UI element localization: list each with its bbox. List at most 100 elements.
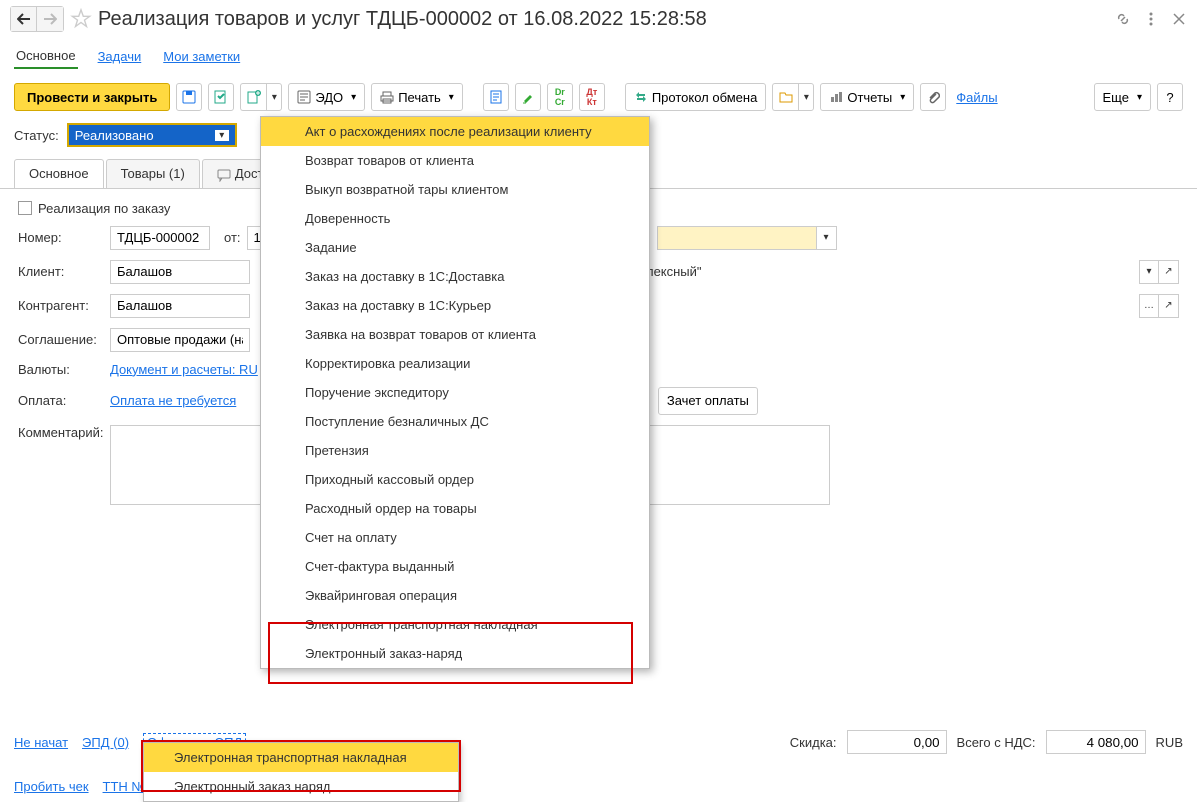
org-field: ▾ <box>657 226 837 250</box>
menu-item[interactable]: Приходный кассовый ордер <box>261 465 649 494</box>
back-button[interactable] <box>11 7 37 31</box>
client-input[interactable] <box>110 260 250 284</box>
discount-input[interactable] <box>847 730 947 754</box>
doc-icon <box>489 90 503 104</box>
clip-icon <box>926 90 940 104</box>
print-icon <box>380 90 394 104</box>
doc-button[interactable] <box>483 83 509 111</box>
subtab-goods[interactable]: Товары (1) <box>106 159 200 188</box>
org-select-button[interactable]: ▾ <box>817 226 837 250</box>
not-started-link[interactable]: Не начат <box>14 735 68 750</box>
menu-item[interactable]: Поступление безналичных ДС <box>261 407 649 436</box>
menu-item[interactable]: Расходный ордер на товары <box>261 494 649 523</box>
post-button[interactable] <box>208 83 234 111</box>
menu-icon[interactable] <box>1143 11 1159 27</box>
menu-item[interactable]: Электронная транспортная накладная <box>261 610 649 639</box>
create-based-on-button[interactable]: ▾ <box>240 83 282 111</box>
org-input[interactable] <box>657 226 817 250</box>
agreement-label: Соглашение: <box>18 332 110 347</box>
menu-item[interactable]: Акт о расхождениях после реализации клие… <box>261 117 649 146</box>
subtab-main[interactable]: Основное <box>14 159 104 188</box>
payment-link[interactable]: Оплата не требуется <box>110 393 236 408</box>
question-icon: ? <box>1166 90 1173 105</box>
nav-buttons <box>10 6 64 32</box>
dtkt-icon: ДтКт <box>586 87 597 107</box>
create-icon <box>246 89 262 105</box>
currencies-link[interactable]: Документ и расчеты: RU <box>110 362 258 377</box>
more-button[interactable]: Еще <box>1094 83 1151 111</box>
menu-item[interactable]: Электронный заказ-наряд <box>261 639 649 668</box>
addr-field: … ↗ <box>1139 294 1179 318</box>
protocol-button[interactable]: Протокол обмена <box>625 83 767 111</box>
bottom-links: Пробить чек ТТН № <box>14 779 145 794</box>
menu-item[interactable]: Задание <box>261 233 649 262</box>
epd-link[interactable]: ЭПД (0) <box>82 735 129 750</box>
menu-item[interactable]: Претензия <box>261 436 649 465</box>
files-link[interactable]: Файлы <box>952 86 1001 109</box>
menu-item[interactable]: Выкуп возвратной тары клиентом <box>261 175 649 204</box>
header: Реализация товаров и услуг ТДЦБ-000002 о… <box>0 0 1197 38</box>
counterparty-input[interactable] <box>110 294 250 318</box>
tab-tasks[interactable]: Задачи <box>96 45 144 68</box>
reports-icon <box>829 90 843 104</box>
wh-open-button[interactable]: ↗ <box>1159 260 1179 284</box>
save-icon <box>181 89 197 105</box>
menu-item[interactable]: Корректировка реализации <box>261 349 649 378</box>
menu-item[interactable]: Эквайринговая операция <box>261 581 649 610</box>
menu-item[interactable]: Возврат товаров от клиента <box>261 146 649 175</box>
post-close-button[interactable]: Провести и закрыть <box>14 83 170 111</box>
help-button[interactable]: ? <box>1157 83 1183 111</box>
total-label: Всего с НДС: <box>957 735 1036 750</box>
menu-item[interactable]: Заявка на возврат товаров от клиента <box>261 320 649 349</box>
agreement-input[interactable] <box>110 328 250 352</box>
menu-item[interactable]: Счет на оплату <box>261 523 649 552</box>
forward-button[interactable] <box>37 7 63 31</box>
comment-label: Комментарий: <box>18 425 110 440</box>
arrow-right-icon <box>43 13 57 25</box>
print-button[interactable]: Печать <box>371 83 463 111</box>
epd-menu-item[interactable]: Электронный заказ наряд <box>144 772 458 801</box>
toolbar: Провести и закрыть ▾ ЭДО Печать DrCr ДтК… <box>0 75 1197 119</box>
tab-notes[interactable]: Мои заметки <box>161 45 242 68</box>
wh-dd[interactable]: ▾ <box>1139 260 1159 284</box>
menu-item[interactable]: Доверенность <box>261 204 649 233</box>
warehouse-field: ▾ ↗ <box>1139 260 1179 284</box>
ttn-link[interactable]: ТТН № <box>103 779 146 794</box>
payment-label: Оплата: <box>18 393 110 408</box>
offset-button[interactable]: Зачет оплаты <box>658 387 758 415</box>
number-input[interactable] <box>110 226 210 250</box>
epd-menu-item[interactable]: Электронная транспортная накладная <box>144 743 458 772</box>
edo-icon <box>297 90 311 104</box>
header-actions <box>1115 11 1187 27</box>
page-title: Реализация товаров и услуг ТДЦБ-000002 о… <box>98 8 1115 31</box>
close-icon[interactable] <box>1171 11 1187 27</box>
receipt-link[interactable]: Пробить чек <box>14 779 89 794</box>
reports-button[interactable]: Отчеты <box>820 83 914 111</box>
folder-icon <box>779 90 793 104</box>
action-split-button[interactable]: ▾ <box>772 83 814 111</box>
star-icon[interactable] <box>70 8 92 30</box>
addr-open-button[interactable]: ↗ <box>1159 294 1179 318</box>
checkbox-label: Реализация по заказу <box>38 201 170 216</box>
addr-dots[interactable]: … <box>1139 294 1159 318</box>
currencies-label: Валюты: <box>18 362 110 377</box>
link-icon[interactable] <box>1115 11 1131 27</box>
edo-button[interactable]: ЭДО <box>288 83 365 111</box>
from-label: от: <box>224 230 241 245</box>
menu-item[interactable]: Поручение экспедитору <box>261 378 649 407</box>
status-select[interactable]: Реализовано ▾ <box>67 123 237 147</box>
menu-item[interactable]: Счет-фактура выданный <box>261 552 649 581</box>
tab-main[interactable]: Основное <box>14 44 78 69</box>
dt-kt-button[interactable]: ДтКт <box>579 83 605 111</box>
save-button[interactable] <box>176 83 202 111</box>
menu-item[interactable]: Заказ на доставку в 1С:Доставка <box>261 262 649 291</box>
order-checkbox[interactable] <box>18 201 32 215</box>
chevron-down-icon: ▾ <box>215 130 229 141</box>
arrow-left-icon <box>17 13 31 25</box>
menu-item[interactable]: Заказ на доставку в 1С:Курьер <box>261 291 649 320</box>
attach-button[interactable] <box>920 83 946 111</box>
footer-totals: Скидка: Всего с НДС: RUB <box>790 730 1183 754</box>
highlight-button[interactable] <box>515 83 541 111</box>
total-input[interactable] <box>1046 730 1146 754</box>
dt-cr-button[interactable]: DrCr <box>547 83 573 111</box>
